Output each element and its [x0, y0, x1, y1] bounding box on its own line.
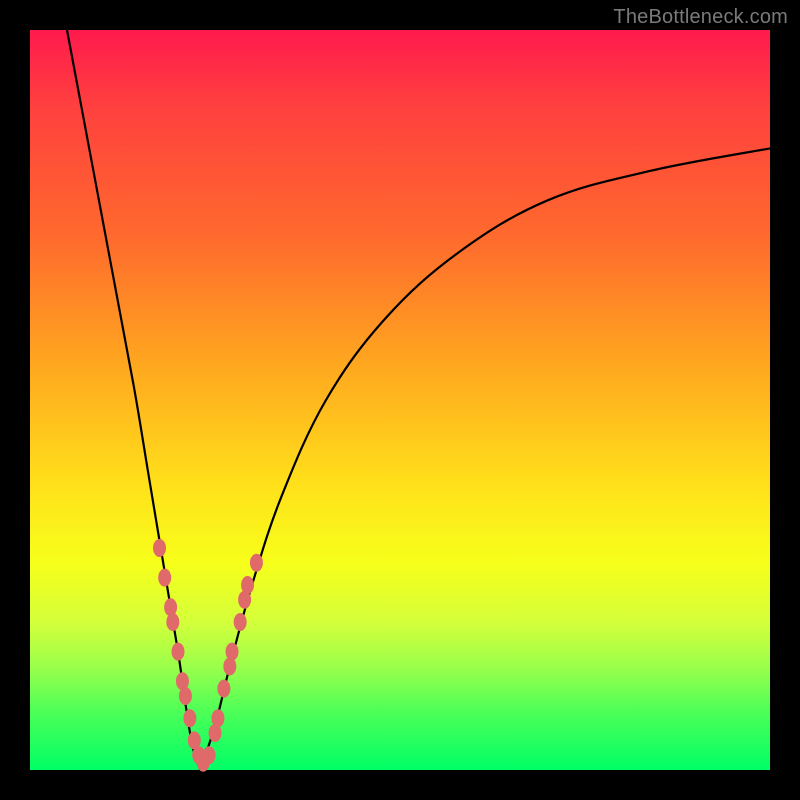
- chart-svg: [30, 30, 770, 770]
- marker-dot: [179, 687, 192, 705]
- marker-dot: [250, 554, 263, 572]
- marker-dot: [217, 680, 230, 698]
- marker-dot: [241, 576, 254, 594]
- marker-dot: [172, 643, 185, 661]
- outer-frame: TheBottleneck.com: [0, 0, 800, 800]
- marker-dot: [153, 539, 166, 557]
- marker-dot: [211, 709, 224, 727]
- plot-area: [30, 30, 770, 770]
- marker-group: [153, 539, 263, 772]
- marker-dot: [183, 709, 196, 727]
- marker-dot: [226, 643, 239, 661]
- marker-dot: [164, 598, 177, 616]
- marker-dot: [234, 613, 247, 631]
- curve-right-branch: [200, 148, 770, 770]
- marker-dot: [166, 613, 179, 631]
- marker-dot: [203, 746, 216, 764]
- marker-dot: [158, 569, 171, 587]
- watermark-text: TheBottleneck.com: [613, 6, 788, 29]
- marker-dot: [223, 657, 236, 675]
